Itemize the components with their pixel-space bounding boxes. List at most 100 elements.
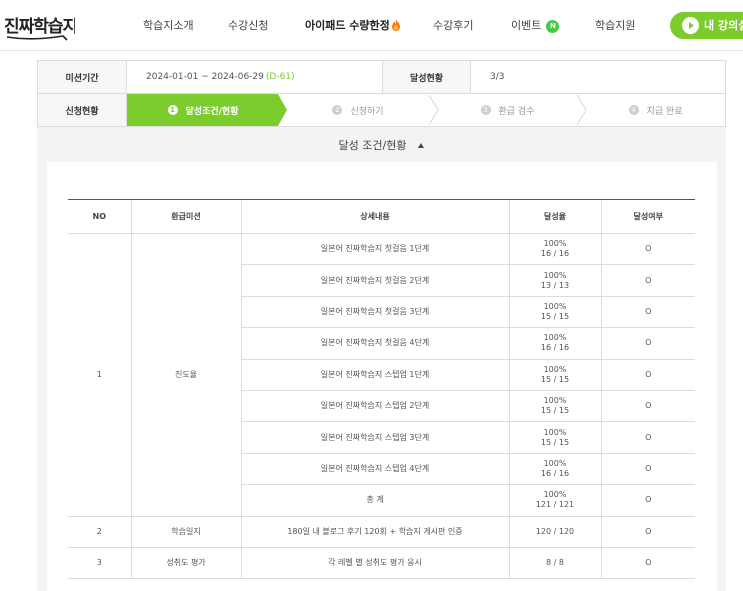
row-done: O — [600, 296, 695, 329]
rate-percent: 100% — [543, 364, 567, 374]
row-detail: 일본어 진짜학습지 첫걸음 2단계 — [240, 264, 509, 297]
achieve-label: 달성현황 — [382, 61, 471, 93]
table-row: 2 학습일지 180일 내 블로그 후기 120회 + 학습지 게시판 인증 1… — [68, 516, 695, 548]
row-done: O — [600, 233, 695, 266]
header-done: 달성여부 — [600, 199, 695, 234]
row-detail: 일본어 진짜학습지 첫걸음 4단계 — [240, 327, 509, 360]
conditions-table: NO 환급미션 상세내용 달성율 달성여부 1 진도율 일본어 진짜학습지 첫걸… — [68, 199, 695, 580]
row-rate: 100% 15 / 15 — [508, 390, 601, 423]
step-3[interactable]: 3 환급 검수 — [438, 94, 577, 126]
play-icon — [682, 17, 699, 34]
step-4[interactable]: 4 지급 완료 — [586, 94, 725, 126]
svg-text:진짜학습지: 진짜학습지 — [4, 17, 75, 37]
achieve-value: 3/3 — [490, 72, 505, 82]
step-2[interactable]: 2 신청하기 — [287, 94, 429, 126]
table-row: 1 진도율 일본어 진짜학습지 첫걸음 1단계 100% 16 / 16 O — [68, 233, 695, 517]
rate-count: 15 / 15 — [540, 374, 570, 384]
rate-percent: 100% — [543, 270, 567, 280]
row-rate: 100% 16 / 16 — [508, 233, 601, 266]
row-done: O — [600, 484, 695, 517]
row-no: 2 — [68, 516, 131, 548]
fire-icon — [391, 19, 400, 31]
step-3-label: 환급 검수 — [498, 106, 535, 117]
rate-count: 16 / 16 — [540, 249, 570, 259]
row-rate: 8 / 8 — [508, 547, 601, 580]
row-no: 1 — [68, 233, 131, 517]
rate-percent: 100% — [543, 396, 567, 406]
header-no: NO — [68, 199, 131, 234]
nav-item-ipad-limited[interactable]: 아이패드 수량한정 — [305, 17, 401, 33]
nav-item-enroll[interactable]: 수강신청 — [228, 17, 268, 33]
progress-steps: 1 달성조건/현황 2 신청하기 3 환급 검수 4 지급 완료 — [127, 94, 725, 126]
site-logo[interactable]: 진짜학습지 — [3, 9, 75, 43]
row-done: O — [600, 516, 695, 548]
rate-percent: 100% — [543, 427, 567, 437]
row-rate: 120 / 120 — [508, 516, 601, 548]
row-detail: 일본어 진짜학습지 스텝업 3단계 — [240, 421, 509, 454]
nav-item-support[interactable]: 학습지원 — [595, 17, 635, 33]
row-detail: 총 계 — [240, 484, 509, 517]
row-rate: 100% 15 / 15 — [508, 421, 601, 454]
rate-count: 16 / 16 — [540, 343, 570, 353]
new-badge: N — [546, 20, 560, 33]
step-4-number: 4 — [628, 105, 639, 115]
step-1-label: 달성조건/현황 — [185, 106, 239, 117]
row-detail: 일본어 진짜학습지 첫걸음 3단계 — [240, 296, 509, 329]
row-done: O — [600, 359, 695, 391]
my-classroom-label: 내 강의실 — [704, 19, 743, 32]
rate-count: 15 / 15 — [540, 437, 570, 447]
row-mission: 학습일지 — [130, 516, 241, 548]
row-detail: 일본어 진짜학습지 스텝업 1단계 — [240, 359, 509, 391]
nav-item-intro[interactable]: 학습지소개 — [143, 17, 194, 33]
table-header-row: NO 환급미션 상세내용 달성율 달성여부 — [68, 199, 695, 234]
rate-count: 15 / 15 — [540, 311, 570, 321]
rate-count: 15 / 15 — [540, 406, 570, 416]
row-done: O — [600, 327, 695, 360]
dday-counter: (D-61) — [265, 72, 295, 82]
row-rate: 100% 15 / 15 — [508, 359, 601, 391]
row-done: O — [600, 390, 695, 423]
period-value: 2024-01-01 ~ 2024-06-29 (D-61) — [146, 61, 386, 93]
nav-item-reviews[interactable]: 수강후기 — [433, 17, 473, 33]
row-done: O — [600, 421, 695, 454]
rate-percent: 100% — [543, 333, 567, 343]
step-1[interactable]: 1 달성조건/현황 — [127, 94, 279, 126]
status-label: 신청현황 — [38, 94, 127, 126]
row-done: O — [600, 547, 695, 580]
my-classroom-button[interactable]: 내 강의실 — [670, 12, 743, 39]
rate-percent: 100% — [543, 458, 567, 468]
rate-percent: 100% — [543, 301, 567, 311]
application-status-row: 신청현황 1 달성조건/현황 2 신청하기 3 환급 검수 4 지급 완료 — [37, 93, 726, 127]
collapse-caret-icon[interactable] — [418, 143, 425, 148]
period-label: 미션기간 — [38, 61, 127, 93]
nav-item-event-label: 이벤트 — [511, 19, 542, 32]
period-dates: 2024-01-01 ~ 2024-06-29 — [146, 72, 264, 82]
section-title: 달성 조건/현황 — [338, 139, 407, 152]
row-mission: 진도율 — [130, 233, 241, 517]
nav-item-ipad-label: 아이패드 수량한정 — [305, 19, 390, 32]
row-detail: 일본어 진짜학습지 스텝업 2단계 — [240, 390, 509, 423]
step-1-number: 1 — [167, 105, 178, 115]
header-detail: 상세내용 — [240, 199, 509, 234]
row-no: 3 — [68, 547, 131, 580]
row-rate: 100% 16 / 16 — [508, 453, 601, 486]
step-2-label: 신청하기 — [350, 106, 384, 117]
step-4-label: 지급 완료 — [646, 106, 683, 117]
row-rate: 100% 16 / 16 — [508, 327, 601, 360]
header-rate: 달성율 — [508, 199, 601, 234]
row-detail: 각 레벨 별 성취도 평가 응시 — [240, 547, 509, 580]
table-row: 3 성취도 평가 각 레벨 별 성취도 평가 응시 8 / 8 O — [68, 547, 695, 580]
row-detail: 일본어 진짜학습지 첫걸음 1단계 — [240, 233, 509, 266]
mission-period-row: 미션기간 2024-01-01 ~ 2024-06-29 (D-61) 달성현황… — [37, 60, 726, 94]
section-header[interactable]: 달성 조건/현황 — [37, 137, 726, 153]
row-done: O — [600, 453, 695, 486]
row-detail: 180일 내 블로그 후기 120회 + 학습지 게시판 인증 — [240, 516, 509, 548]
step-3-number: 3 — [480, 105, 491, 115]
row-mission: 성취도 평가 — [130, 547, 241, 580]
rate-count: 16 / 16 — [540, 468, 570, 478]
rate-percent: 100% — [543, 490, 567, 500]
header-mission: 환급미션 — [130, 199, 241, 234]
row-rate: 100% 15 / 15 — [508, 296, 601, 329]
row-rate: 100% 13 / 13 — [508, 264, 601, 297]
nav-item-event[interactable]: 이벤트 N — [511, 17, 560, 33]
